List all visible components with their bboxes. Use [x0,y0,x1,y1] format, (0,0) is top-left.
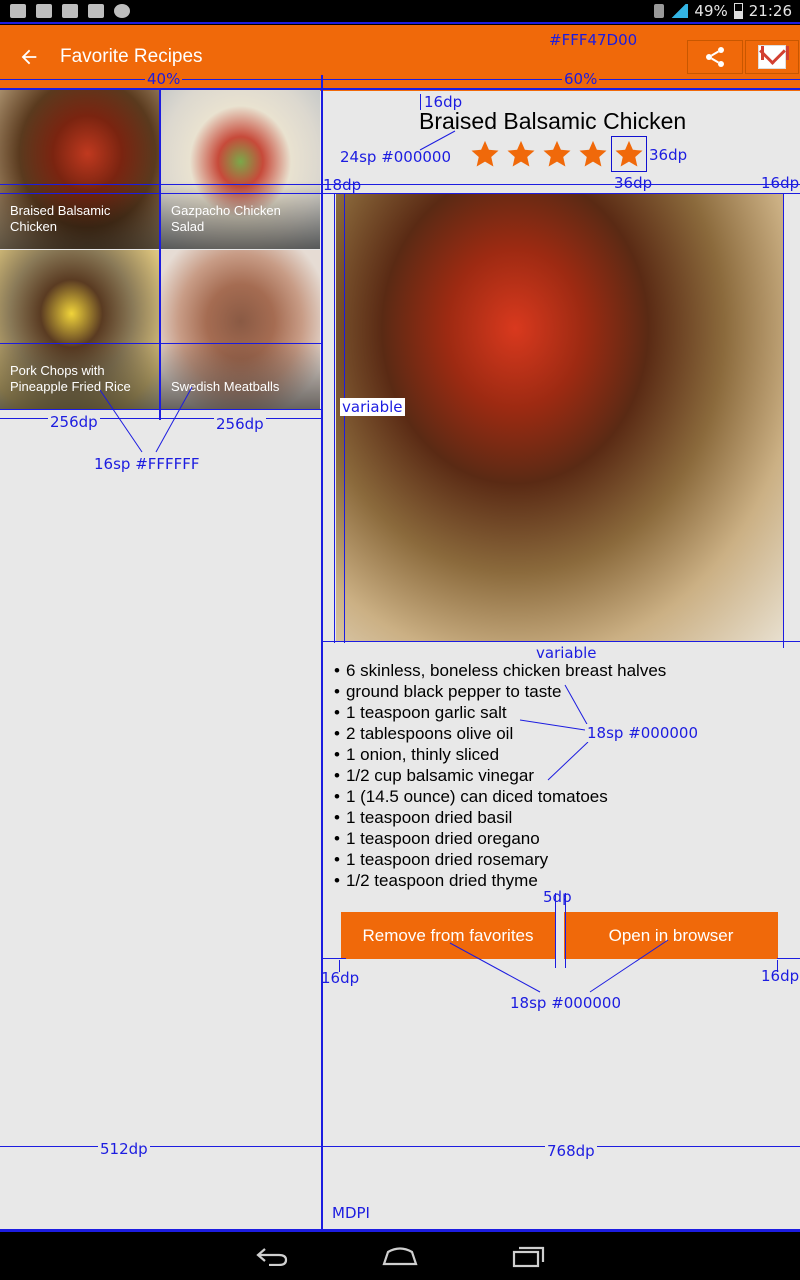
star-icon[interactable] [578,139,608,169]
redline-guide [0,409,322,410]
ingredient-item: 1 (14.5 ounce) can diced tomatoes [334,786,666,807]
redline-guide [321,75,323,1232]
gallery-icon [10,4,26,18]
recipe-tile-caption: Pork Chops with Pineapple Fried Rice [10,363,131,394]
battery-percent: 49% [694,2,728,20]
redline-guide [322,641,800,642]
ingredient-item: 1 teaspoon dried oregano [334,828,666,849]
ingredient-item: 1 teaspoon garlic salt [334,702,666,723]
annotation-button-margin-left: 16dp [321,969,360,987]
star-icon[interactable] [506,139,536,169]
gmail-icon [758,45,789,69]
annotation-star-height: 36dp [649,146,688,164]
annotation-right-width: 768dp [545,1142,597,1160]
redline-guide [0,184,800,185]
nav-home-icon[interactable] [382,1246,418,1266]
redline-guide [783,193,784,648]
ingredient-list: 6 skinless, boneless chicken breast halv… [334,660,666,891]
wifi-icon [670,4,689,18]
annotation-app-bar-color: #FFF47D00 [547,31,640,49]
annotation-density: MDPI [332,1204,370,1222]
annotation-image-margin-right: 16dp [761,174,800,192]
system-icons: 49% 21:26 [654,2,792,20]
annotation-button-gap: 5dp [543,888,572,906]
cleaner-icon [88,4,104,18]
gmail-button[interactable] [745,40,799,74]
android-icon [114,4,130,18]
back-button[interactable] [14,42,44,72]
redline-guide [344,193,345,643]
redline-guide [0,88,800,90]
recipe-tile[interactable]: Swedish Meatballs [161,250,320,409]
redline-guide [322,958,346,959]
recipe-tile[interactable]: Pork Chops with Pineapple Fried Rice [0,250,159,409]
annotation-tile-font: 16sp #FFFFFF [94,455,200,473]
annotation-left-percent: 40% [145,70,183,88]
annotation-tile-width: 256dp [214,415,266,433]
annotation-list-font: 18sp #000000 [585,724,701,742]
redline-guide [777,958,800,959]
annotation-tile-width: 256dp [48,413,100,431]
nav-recent-apps-icon[interactable] [512,1244,546,1268]
recipe-hero-image [336,194,784,642]
navigation-bar [0,1232,800,1280]
redline-guide [159,90,161,420]
ingredient-item: 6 skinless, boneless chicken breast halv… [334,660,666,681]
app-title: Favorite Recipes [60,46,203,67]
annotation-image-width: variable [534,644,599,662]
redline-guide [0,22,800,24]
annotation-image-margin-left: 18dp [323,176,362,194]
annotation-star-width: 36dp [614,174,653,192]
redline-guide [0,193,800,194]
rating-bar[interactable] [470,136,647,172]
mute-icon [654,4,665,18]
redline-guide [0,343,322,344]
nav-back-icon[interactable] [255,1246,289,1266]
annotation-button-margin-right: 16dp [761,967,800,985]
ingredient-item: 1 teaspoon dried basil [334,807,666,828]
app-bar: Favorite Recipes [0,25,800,91]
remove-favorite-button[interactable]: Remove from favorites [341,912,555,959]
annotation-left-width: 512dp [98,1140,150,1158]
annotation-right-percent: 60% [562,70,600,88]
recipe-tile[interactable]: Gazpacho Chicken Salad [161,90,320,249]
recipe-tile-caption: Swedish Meatballs [171,379,280,394]
recipe-tile[interactable]: Braised Balsamic Chicken [0,90,159,249]
star-icon[interactable] [470,139,500,169]
redline-guide [0,79,800,80]
redline-guide [334,193,335,643]
ingredient-item: 1 teaspoon dried rosemary [334,849,666,870]
redline-guide [420,94,421,110]
ingredient-item: ground black pepper to taste [334,681,666,702]
clock: 21:26 [748,2,792,20]
share-icon [706,47,724,67]
recipe-tile-caption: Braised Balsamic Chicken [10,203,111,234]
arrow-back-icon [21,49,37,65]
ingredient-item: 1/2 cup balsamic vinegar [334,765,666,786]
annotation-title-font: 24sp #000000 [340,148,452,166]
ingredient-item: 1 onion, thinly sliced [334,744,666,765]
annotation-image-height: variable [340,398,405,416]
recipe-tile-caption: Gazpacho Chicken Salad [171,203,281,234]
open-browser-button[interactable]: Open in browser [564,912,778,959]
chat-icon [62,4,78,18]
annotation-button-font: 18sp #000000 [510,994,622,1012]
ingredient-item: 1/2 teaspoon dried thyme [334,870,666,891]
star-icon[interactable] [611,136,647,172]
notification-icons [10,4,130,18]
share-button[interactable] [687,40,743,74]
mail-icon [36,4,52,18]
recipe-title: Braised Balsamic Chicken [419,108,687,134]
battery-icon [733,3,743,19]
star-icon[interactable] [542,139,572,169]
annotation-title-padding: 16dp [424,93,463,111]
